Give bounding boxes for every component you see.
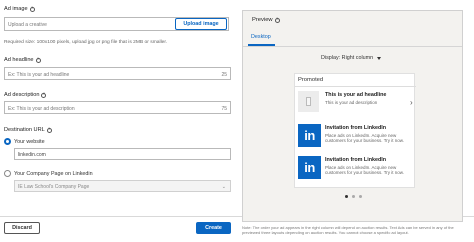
ad-preview-item: in Invitation from LinkedIn Place ads on… <box>298 156 413 184</box>
help-circle-icon[interactable]: ? <box>41 92 47 98</box>
ad-description-placeholder: Ex: This is your ad description <box>8 105 75 112</box>
preview-note: Note: The order your ad appears in the r… <box>242 225 454 235</box>
company-page-radio-label: Your Company Page on Linkedin <box>14 170 93 177</box>
ad-description-label-text: Ad description <box>4 92 40 98</box>
card-divider <box>295 86 416 87</box>
preview-title: Preview ? <box>252 17 280 23</box>
destination-url-label-text: Destination URL <box>4 127 45 133</box>
ad-description-char-count: 75 <box>221 105 227 112</box>
caret-down-icon <box>377 56 382 60</box>
promoted-label: Promoted <box>298 77 324 83</box>
website-url-value: linkedin.com <box>18 152 46 158</box>
upload-image-button[interactable]: Upload image <box>175 18 227 30</box>
carousel-dots <box>345 195 362 198</box>
linkedin-logo-icon: in <box>298 156 321 179</box>
chevron-right-icon[interactable]: › <box>410 98 413 107</box>
display-select-label: Display: Right column <box>321 55 374 61</box>
ad-headline-char-count: 25 <box>221 71 227 78</box>
carousel-dot[interactable] <box>359 195 362 198</box>
ad-preview-description: Place ads on LinkedIn. Acquire new custo… <box>325 165 405 175</box>
destination-url-label: Destination URL ? <box>4 127 52 133</box>
help-circle-icon[interactable]: ? <box>46 127 52 133</box>
ad-preview-item: This is your ad headline This is your ad… <box>298 91 413 119</box>
ad-preview-card: Promoted This is your ad headline This i… <box>294 73 416 188</box>
preview-panel: Preview ? Desktop Display: Right column … <box>242 10 463 222</box>
ad-image-label: Ad image ? <box>4 6 35 12</box>
company-page-value: IE Law School's Company Page <box>18 184 90 190</box>
ad-preview-description: This is your ad description <box>325 100 378 105</box>
ad-image-placeholder: Upload a creative <box>8 21 47 28</box>
chevron-down-icon: ⌄ <box>221 184 226 190</box>
ad-preview-item: in Invitation from LinkedIn Place ads on… <box>298 124 413 152</box>
ad-preview-headline: Invitation from LinkedIn <box>325 125 387 131</box>
ad-preview-headline: Invitation from LinkedIn <box>325 157 387 163</box>
tab-desktop[interactable]: Desktop <box>251 34 271 40</box>
help-circle-icon[interactable]: ? <box>29 6 35 12</box>
help-circle-icon[interactable]: ? <box>274 17 280 23</box>
tab-divider <box>243 46 462 47</box>
ad-preview-description: Place ads on LinkedIn. Acquire new custo… <box>325 133 405 143</box>
linkedin-logo-icon: in <box>298 124 321 147</box>
ad-headline-placeholder: Ex: This is your ad headline <box>8 71 70 78</box>
carousel-dot[interactable] <box>345 195 348 198</box>
carousel-dot[interactable] <box>352 195 355 198</box>
display-select[interactable]: Display: Right column <box>321 55 382 61</box>
create-button[interactable]: Create <box>196 222 231 234</box>
ad-image-label-text: Ad image <box>4 6 28 12</box>
ad-preview-headline: This is your ad headline <box>325 92 387 98</box>
help-circle-icon[interactable]: ? <box>35 57 41 63</box>
discard-button[interactable]: Discard <box>4 222 40 234</box>
ad-headline-label-text: Ad headline <box>4 57 34 63</box>
ad-description-input[interactable]: Ex: This is your ad description 75 <box>4 101 231 114</box>
tab-active-indicator <box>248 44 275 46</box>
website-radio[interactable] <box>4 138 11 145</box>
image-placeholder-icon <box>298 91 319 112</box>
preview-title-text: Preview <box>252 17 273 23</box>
website-url-input[interactable]: linkedin.com <box>14 148 231 160</box>
company-page-radio[interactable] <box>4 170 11 177</box>
website-radio-label: Your website <box>14 138 45 145</box>
ad-description-label: Ad description ? <box>4 92 47 98</box>
ad-headline-input[interactable]: Ex: This is your ad headline 25 <box>4 67 231 80</box>
ad-image-hint: Required size: 100x100 pixels, upload jp… <box>4 40 168 45</box>
company-page-select[interactable]: IE Law School's Company Page ⌄ <box>14 180 231 192</box>
ad-headline-label: Ad headline ? <box>4 57 41 63</box>
